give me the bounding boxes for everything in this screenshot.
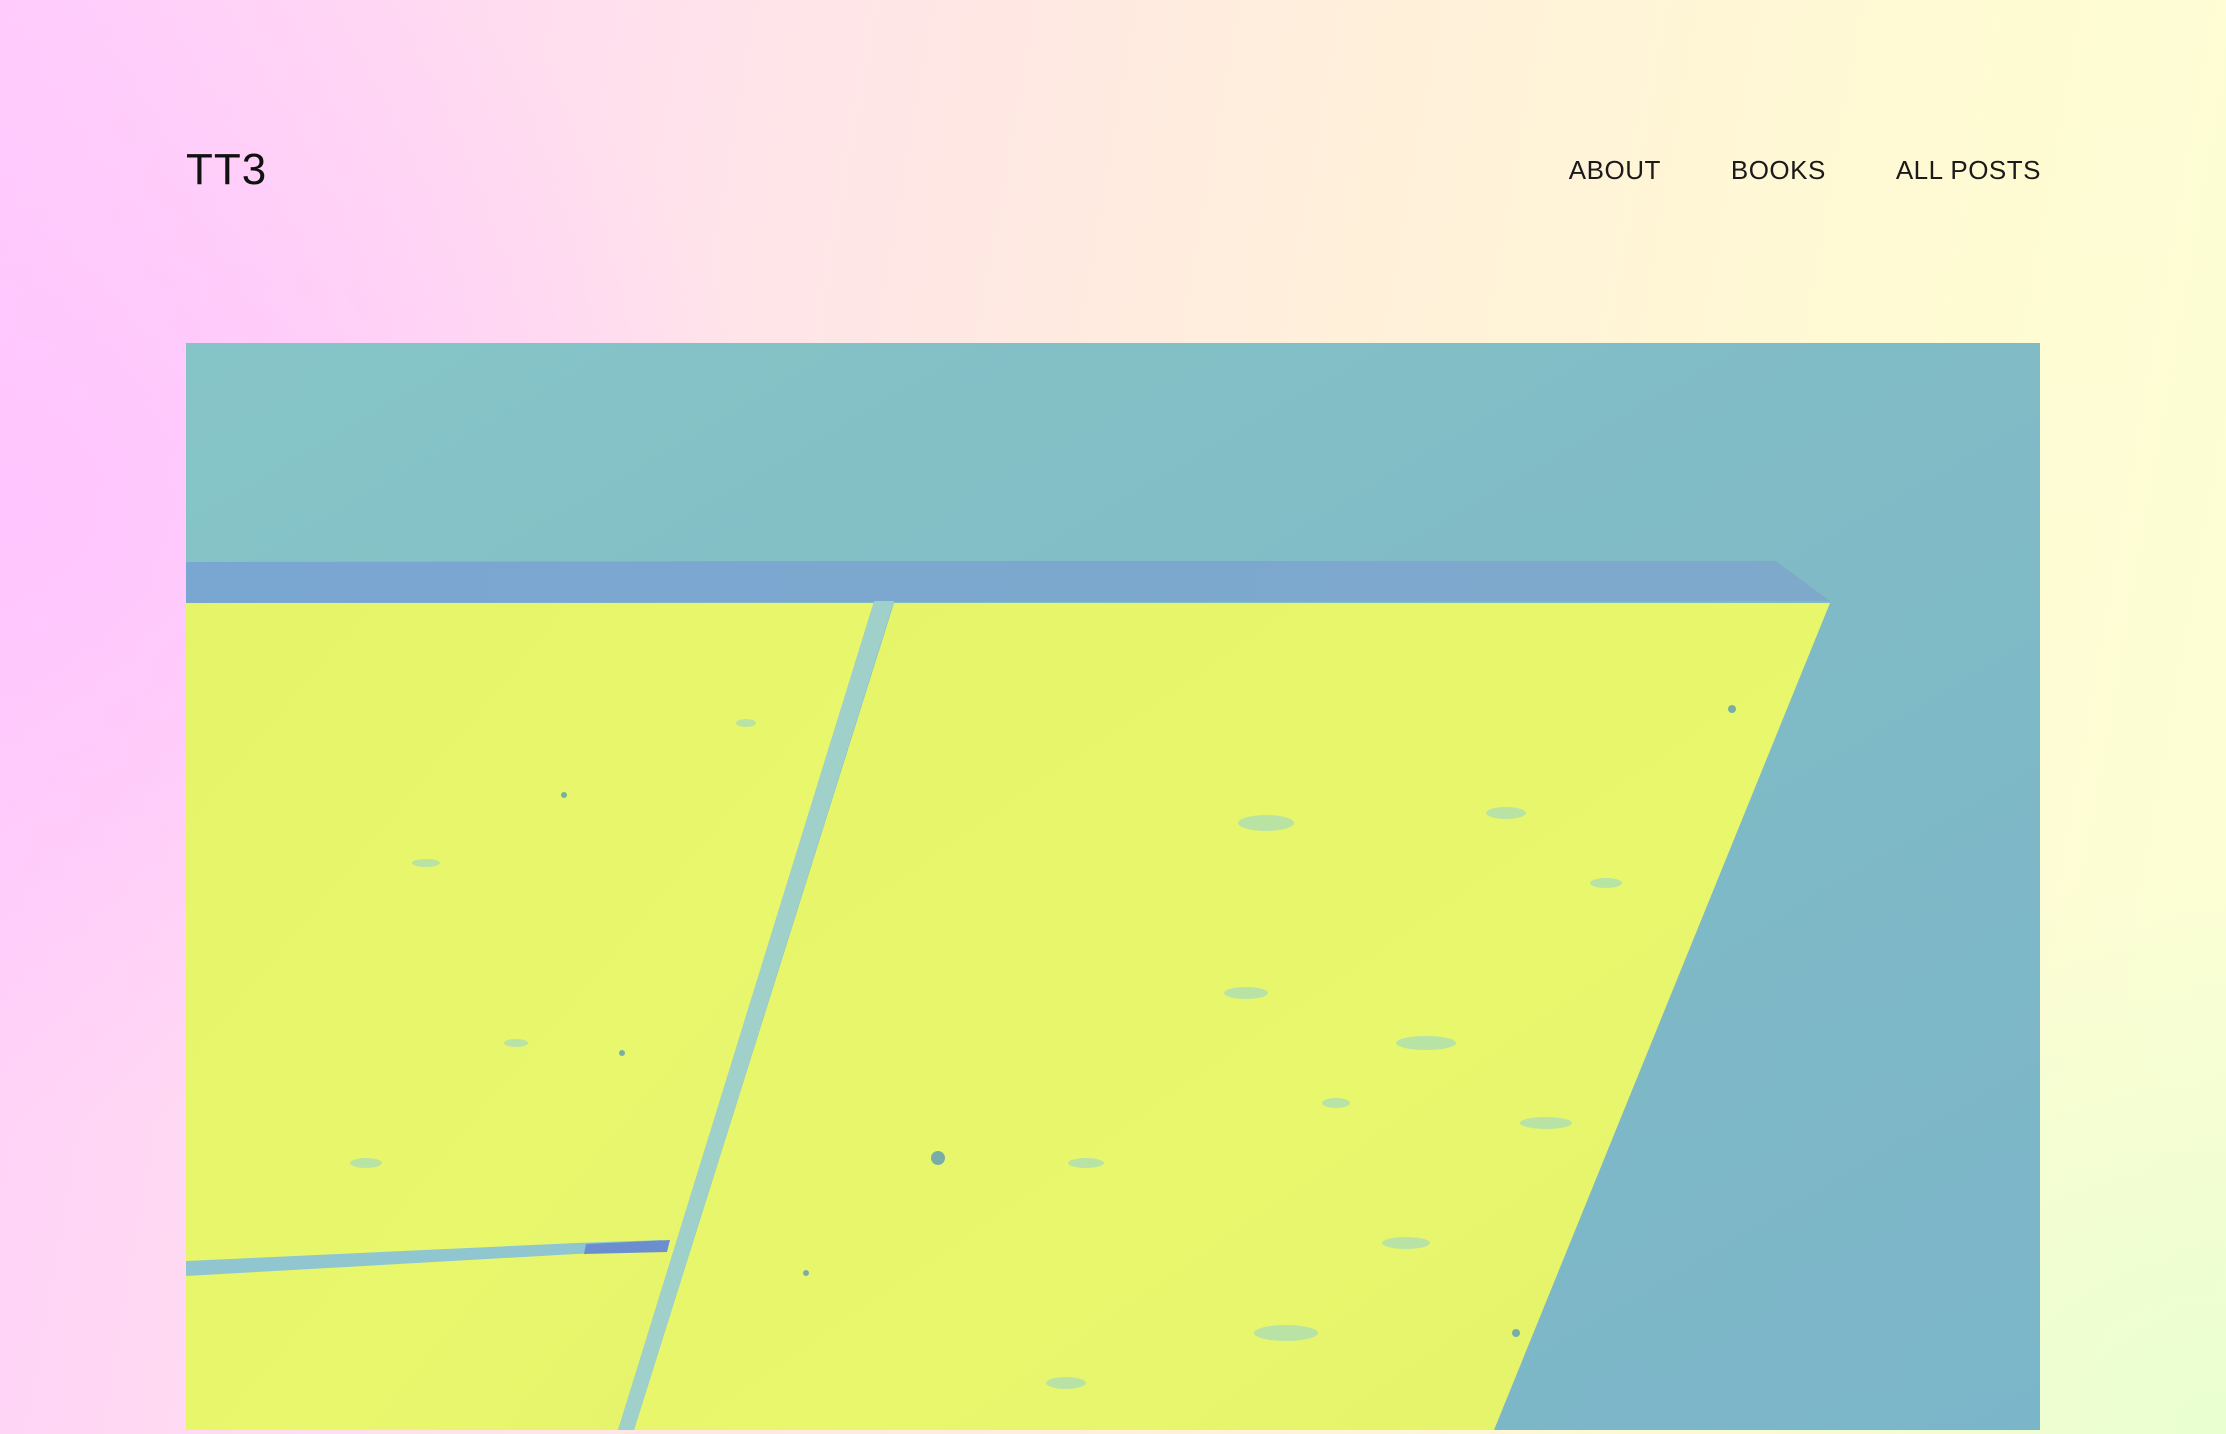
nav-all-posts-link[interactable]: ALL POSTS <box>1896 155 2041 186</box>
site-title[interactable]: TT3 <box>186 145 267 195</box>
nav-books-link[interactable]: BOOKS <box>1731 155 1826 186</box>
slab-top-edge <box>186 561 1830 603</box>
hero-illustration <box>186 343 2040 1430</box>
primary-nav: ABOUT BOOKS ALL POSTS <box>1569 155 2041 186</box>
site-header: TT3 ABOUT BOOKS ALL POSTS <box>186 140 2041 200</box>
nav-about-link[interactable]: ABOUT <box>1569 155 1661 186</box>
hero-image <box>186 343 2040 1430</box>
